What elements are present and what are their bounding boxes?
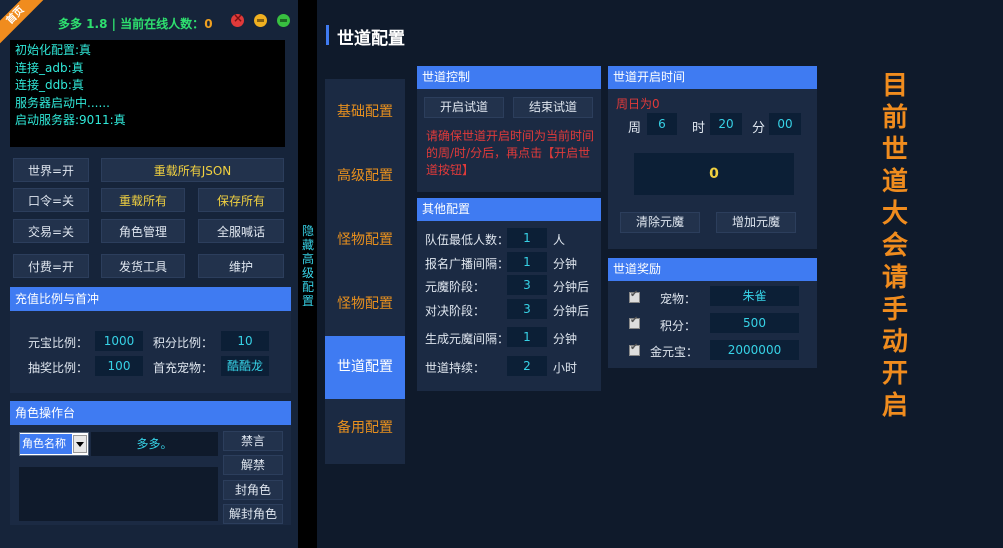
nav-item-backup[interactable]: 备用配置 [325,397,405,460]
console-line: 连接_ddb:真 [15,78,84,92]
manual-start-notice: 目前世道大会请手动开启 [881,71,908,421]
duel-stage-input[interactable]: 3 [507,299,547,319]
reward-points-label: 积分： [660,319,697,333]
reload-all-button[interactable]: 重载所有 [101,188,185,212]
config-nav: 基础配置 高级配置 怪物配置 怪物配置 世道配置 备用配置 [325,79,405,464]
role-select[interactable]: 角色名称 [19,432,89,456]
spawn-interval-input[interactable]: 1 [507,327,547,347]
minute-input[interactable]: 00 [769,113,801,135]
world-duration-label: 世道持续： [425,361,486,375]
world-control-note: 请确保世道开启时间为当前时间的周/时/分后，再点击【开启世道按钮】 [426,129,595,177]
team-min-unit: 人 [553,233,566,247]
title-accent-bar [326,25,329,45]
role-ops-header: 角色操作台 [10,401,291,425]
console-line: 服务器启动中...... [15,95,110,110]
world-toggle-button[interactable]: 世界=开 [13,158,89,182]
hour-input[interactable]: 20 [710,113,742,135]
duel-stage-unit: 分钟后 [553,304,590,318]
spawn-interval-unit: 分钟 [553,332,578,346]
signup-broadcast-unit: 分钟 [553,257,578,271]
close-icon[interactable] [231,11,244,27]
yuanbao-ratio-label: 元宝比例： [28,336,89,350]
duel-stage-label: 对决阶段： [425,304,486,318]
nav-item-monster-1[interactable]: 怪物配置 [325,209,405,272]
signup-broadcast-label: 报名广播间隔： [425,257,510,271]
reward-gold-checkbox[interactable] [629,342,640,356]
add-yuanmo-button[interactable]: 增加元魔 [716,212,796,233]
paid-toggle-button[interactable]: 付费=开 [13,254,89,278]
team-min-input[interactable]: 1 [507,228,547,248]
world-duration-input[interactable]: 2 [507,356,547,376]
chevron-down-icon[interactable] [73,435,87,453]
page-title: 世道配置 [337,29,405,49]
nav-item-world[interactable]: 世道配置 [325,336,405,399]
minute-label: 分 [752,121,766,136]
trade-toggle-button[interactable]: 交易=关 [13,219,89,243]
week-label: 周 [628,121,642,136]
yuanmo-stage-label: 元魔阶段： [425,280,486,294]
app-title: 多多 1.8 | 当前在线人数：0 [58,15,213,32]
reward-gold-input[interactable]: 2000000 [710,340,799,360]
start-trial-button[interactable]: 开启试道 [424,97,504,118]
reward-gold-label: 金元宝： [650,345,699,359]
minimize-icon[interactable] [254,14,267,27]
other-config-header: 其他配置 [417,198,601,221]
save-all-button[interactable]: 保存所有 [198,188,284,212]
team-min-label: 队伍最低人数： [425,233,510,247]
maintain-button[interactable]: 维护 [198,254,284,278]
role-ops-textarea[interactable] [19,467,218,521]
recharge-header: 充值比例与首冲 [10,287,291,311]
points-ratio-label: 积分比例： [153,336,214,350]
clear-yuanmo-button[interactable]: 清除元魔 [620,212,700,233]
lottery-ratio-label: 抽奖比例： [28,361,89,375]
hide-advanced-label[interactable]: 隐藏高级配置 [301,224,315,308]
maximize-icon[interactable] [277,14,290,27]
console-line: 初始化配置:真 [15,43,92,57]
end-trial-button[interactable]: 结束试道 [513,97,593,118]
mute-button[interactable]: 禁言 [223,431,283,451]
console-line: 连接_adb:真 [15,60,84,75]
reward-points-input[interactable]: 500 [710,313,799,333]
week-input[interactable]: 6 [647,113,677,135]
first-pet-input[interactable]: 酷酷龙 [221,356,269,376]
spawn-interval-label: 生成元魔间隔： [425,332,510,346]
command-toggle-button[interactable]: 口令=关 [13,188,89,212]
reward-pet-label: 宠物： [660,292,697,306]
yuanmo-stage-input[interactable]: 3 [507,275,547,295]
yuanmo-stage-unit: 分钟后 [553,280,590,294]
nav-item-basic[interactable]: 基础配置 [325,81,405,144]
nav-item-monster-2[interactable]: 怪物配置 [325,273,405,336]
points-ratio-input[interactable]: 10 [221,331,269,351]
online-count: 0 [204,17,213,31]
reload-json-button[interactable]: 重载所有JSON [101,158,284,182]
unmute-button[interactable]: 解禁 [223,455,283,475]
yuanmo-counter: 0 [634,153,794,195]
world-time-header: 世道开启时间 [608,66,817,89]
nav-item-advanced[interactable]: 高级配置 [325,145,405,208]
yuanbao-ratio-input[interactable]: 1000 [95,331,143,351]
unban-role-button[interactable]: 解封角色 [223,504,283,524]
role-management-button[interactable]: 角色管理 [101,219,185,243]
role-name-field[interactable]: 多多。 [91,432,218,456]
app-title-text: 多多 1.8 | 当前在线人数： [58,17,205,31]
world-control-header: 世道控制 [417,66,601,89]
console-line: 启动服务器:9011:真 [15,113,126,127]
first-pet-label: 首充宠物： [153,361,214,375]
world-duration-unit: 小时 [553,361,578,375]
signup-broadcast-input[interactable]: 1 [507,252,547,272]
reward-pet-input[interactable]: 朱雀 [710,286,799,306]
server-console: 初始化配置:真 连接_adb:真 连接_ddb:真 服务器启动中...... 启… [10,40,285,147]
reward-points-checkbox[interactable] [629,315,640,329]
send-tool-button[interactable]: 发货工具 [101,254,185,278]
lottery-ratio-input[interactable]: 100 [95,356,143,376]
hour-label: 时 [692,121,706,136]
ban-role-button[interactable]: 封角色 [223,480,283,500]
reward-pet-checkbox[interactable] [629,289,640,303]
role-select-value: 角色名称 [20,434,72,454]
broadcast-button[interactable]: 全服喊话 [198,219,284,243]
world-time-note: 周日为0 [616,97,660,111]
world-reward-header: 世道奖励 [608,258,817,281]
